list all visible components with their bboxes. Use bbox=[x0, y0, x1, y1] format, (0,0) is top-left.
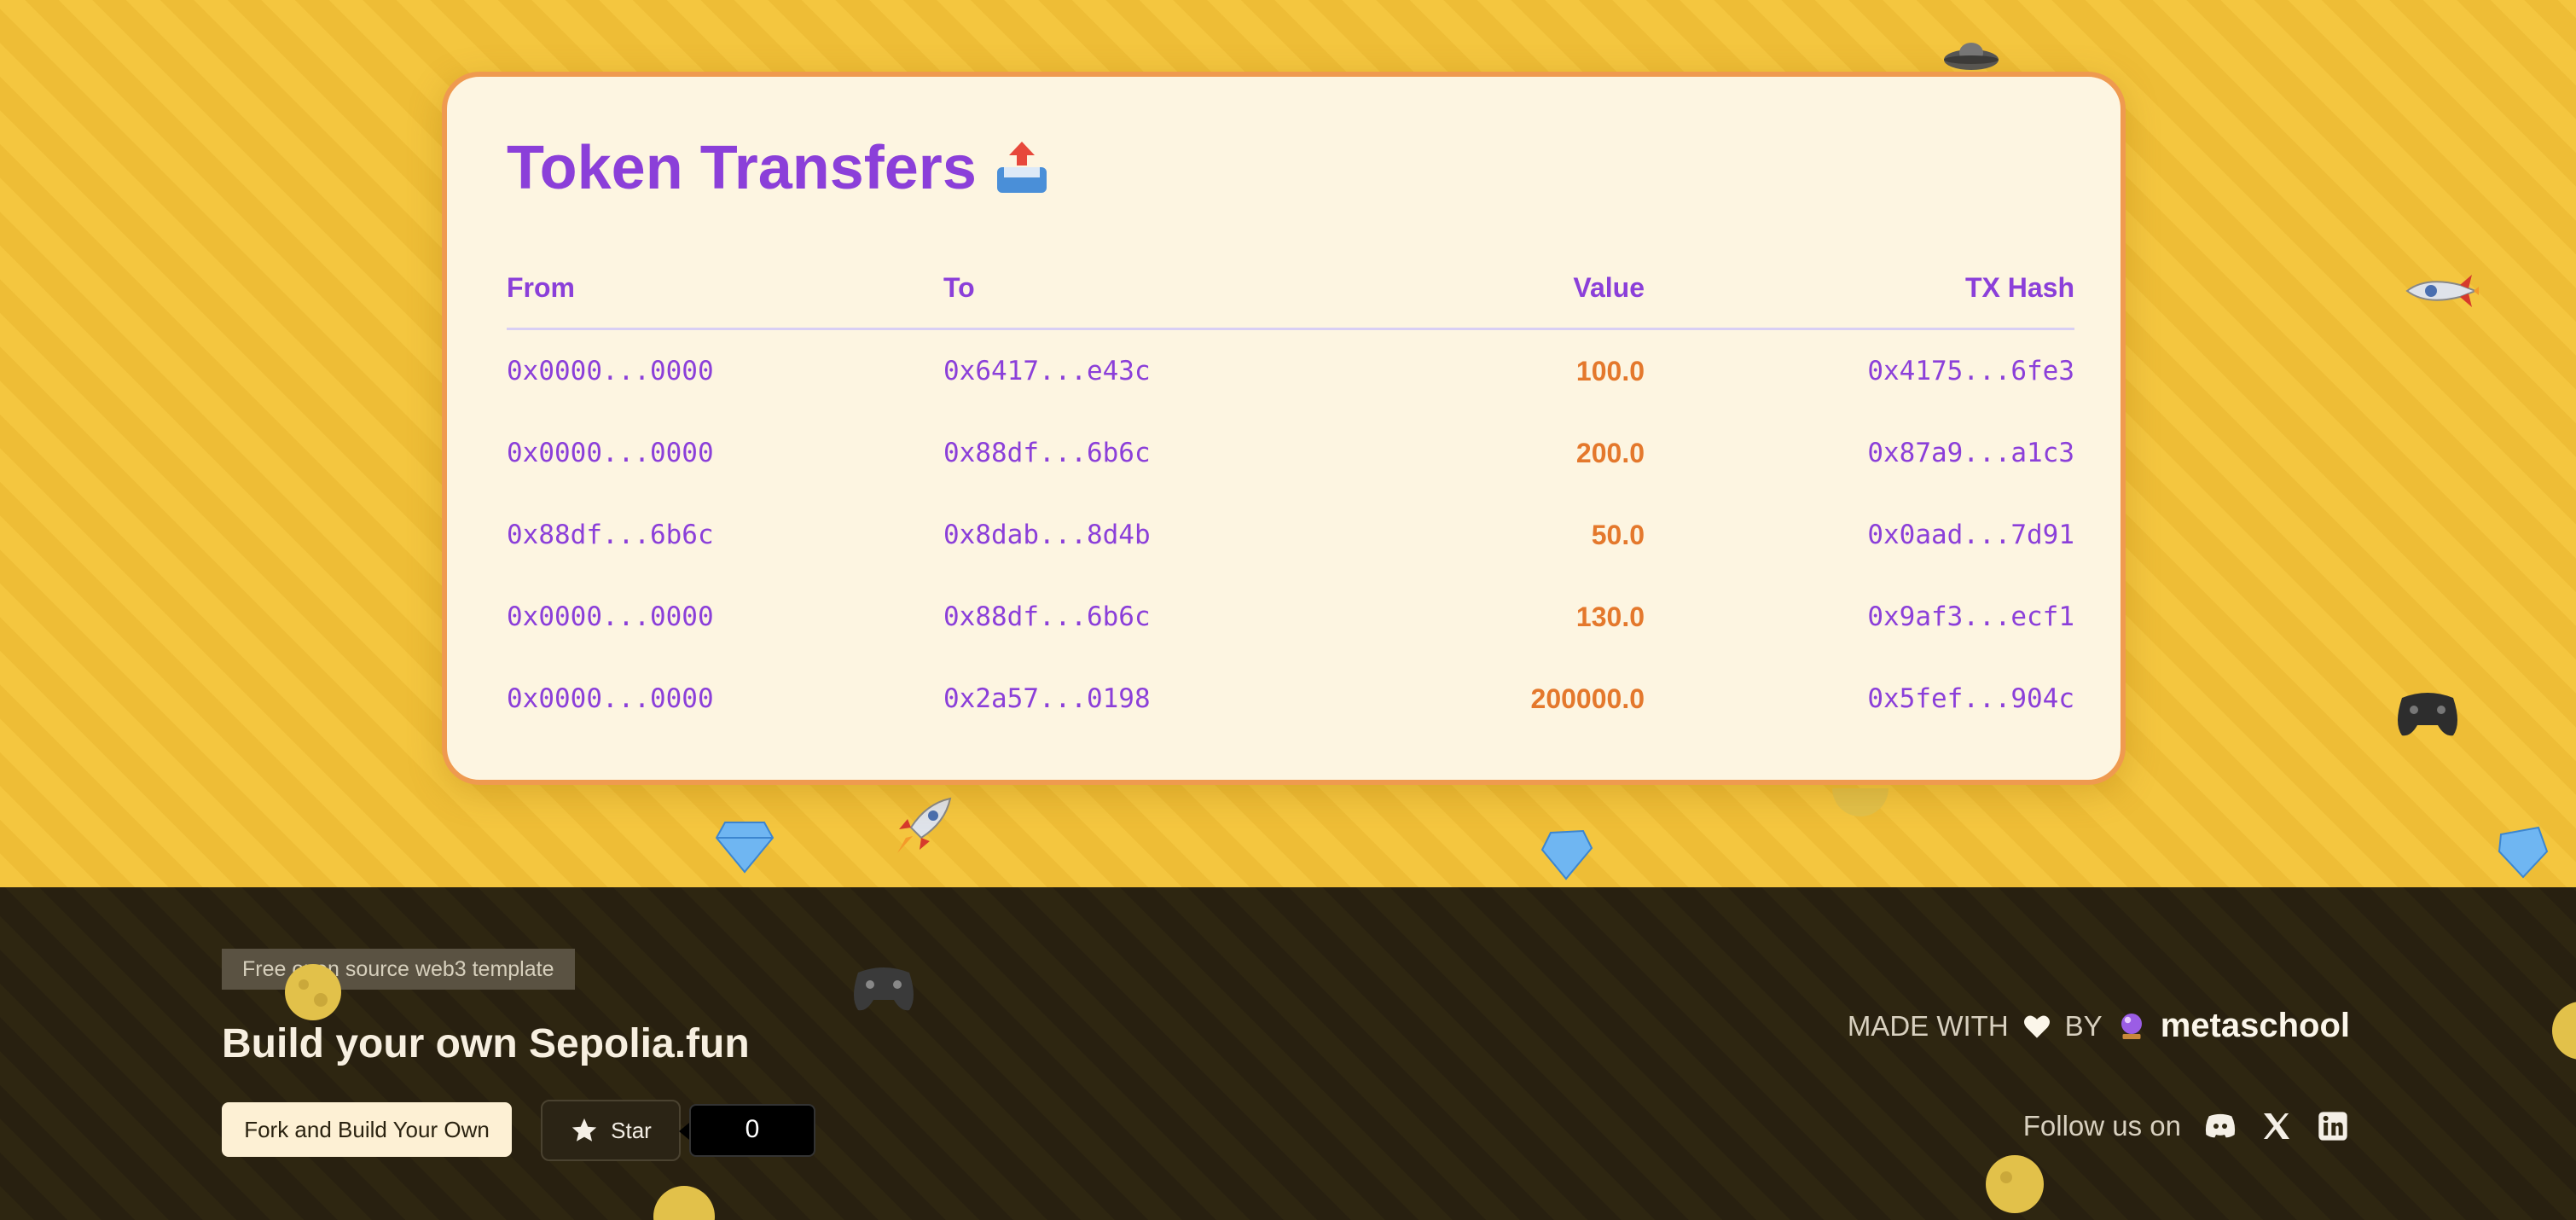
to-address[interactable]: 0x6417...e43c bbox=[943, 329, 1233, 413]
transfer-value: 200000.0 bbox=[1530, 683, 1645, 714]
moon-icon bbox=[1986, 1155, 2044, 1213]
diamond-icon bbox=[715, 822, 775, 874]
moon-icon bbox=[2552, 1002, 2576, 1060]
star-label: Star bbox=[611, 1117, 652, 1143]
transfer-value: 50.0 bbox=[1591, 519, 1645, 550]
heart-icon bbox=[2023, 1015, 2050, 1038]
crystal-ball-icon bbox=[2121, 1013, 2142, 1039]
gamepad-icon bbox=[854, 967, 914, 1011]
card-title-text: Token Transfers bbox=[507, 134, 977, 202]
table-row: 0x0000...0000 0x6417...e43c 100.0 0x4175… bbox=[507, 329, 2074, 413]
moon-icon bbox=[285, 964, 341, 1020]
template-tag: Free open source web3 template bbox=[222, 949, 575, 990]
table-row: 0x0000...0000 0x88df...6b6c 200.0 0x87a9… bbox=[507, 412, 2074, 494]
column-header-tx-hash: TX Hash bbox=[1645, 247, 2074, 330]
from-address[interactable]: 0x0000...0000 bbox=[507, 658, 943, 740]
ufo-icon bbox=[1944, 43, 1999, 70]
made-with-label: MADE WITH bbox=[1847, 1009, 2009, 1042]
tx-hash[interactable]: 0x9af3...ecf1 bbox=[1645, 576, 2074, 658]
column-header-value: Value bbox=[1233, 247, 1645, 330]
column-header-from: From bbox=[507, 247, 943, 330]
from-address[interactable]: 0x0000...0000 bbox=[507, 329, 943, 413]
transfer-value: 100.0 bbox=[1575, 355, 1645, 386]
x-icon[interactable] bbox=[2260, 1109, 2294, 1143]
rocket-icon bbox=[897, 797, 952, 853]
to-address[interactable]: 0x2a57...0198 bbox=[943, 658, 1233, 740]
card-title: Token Transfers bbox=[507, 133, 1052, 203]
linkedin-icon[interactable] bbox=[2316, 1109, 2350, 1143]
to-address[interactable]: 0x8dab...8d4b bbox=[943, 494, 1233, 576]
transfer-value: 130.0 bbox=[1575, 601, 1645, 632]
fork-button[interactable]: Fork and Build Your Own bbox=[222, 1102, 512, 1157]
discord-icon[interactable] bbox=[2203, 1109, 2237, 1143]
from-address[interactable]: 0x0000...0000 bbox=[507, 412, 943, 494]
diamond-icon bbox=[1540, 829, 1593, 880]
gamepad-icon bbox=[2398, 693, 2457, 736]
rocket-icon bbox=[2405, 275, 2479, 307]
tx-hash[interactable]: 0x0aad...7d91 bbox=[1645, 494, 2074, 576]
star-button[interactable]: Star bbox=[541, 1100, 681, 1161]
tx-hash[interactable]: 0x5fef...904c bbox=[1645, 658, 2074, 740]
from-address[interactable]: 0x88df...6b6c bbox=[507, 494, 943, 576]
outbox-tray-icon bbox=[996, 142, 1047, 193]
column-header-to: To bbox=[943, 247, 1233, 330]
table-header-row: From To Value TX Hash bbox=[507, 247, 2074, 330]
tx-hash[interactable]: 0x87a9...a1c3 bbox=[1645, 412, 2074, 494]
table-row: 0x0000...0000 0x88df...6b6c 130.0 0x9af3… bbox=[507, 576, 2074, 658]
to-address[interactable]: 0x88df...6b6c bbox=[943, 412, 1233, 494]
star-icon bbox=[571, 1118, 597, 1142]
table-row: 0x0000...0000 0x2a57...0198 200000.0 0x5… bbox=[507, 658, 2074, 740]
follow-label: Follow us on bbox=[2022, 1110, 2181, 1142]
by-label: BY bbox=[2064, 1009, 2103, 1042]
moon-icon bbox=[1832, 788, 1888, 816]
table-row: 0x88df...6b6c 0x8dab...8d4b 50.0 0x0aad.… bbox=[507, 494, 2074, 576]
from-address[interactable]: 0x0000...0000 bbox=[507, 576, 943, 658]
follow-us: Follow us on bbox=[2023, 1109, 2350, 1143]
transfer-value: 200.0 bbox=[1575, 437, 1645, 468]
to-address[interactable]: 0x88df...6b6c bbox=[943, 576, 1233, 658]
diamond-icon bbox=[2498, 826, 2549, 879]
made-with: MADE WITH BY metaschool bbox=[1848, 1007, 2350, 1045]
transfers-table: From To Value TX Hash 0x0000...0000 0x64… bbox=[507, 247, 2074, 740]
moon-icon bbox=[653, 1186, 715, 1220]
token-transfers-card: Token Transfers From To Value TX Hash 0x… bbox=[442, 72, 2126, 785]
star-count: 0 bbox=[679, 1104, 815, 1157]
tx-hash[interactable]: 0x4175...6fe3 bbox=[1645, 329, 2074, 413]
footer-headline: Build your own Sepolia.fun bbox=[222, 1021, 750, 1066]
brand-name[interactable]: metaschool bbox=[2161, 1007, 2350, 1045]
